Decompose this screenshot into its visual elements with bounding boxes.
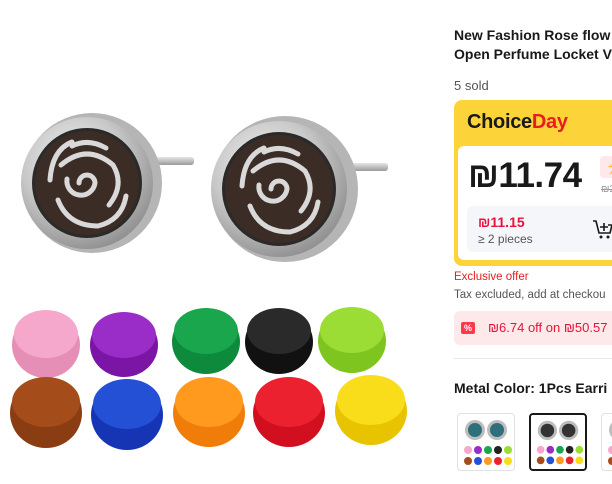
exclusive-offer-label: Exclusive offer (454, 271, 529, 283)
product-title[interactable]: New Fashion Rose flow Open Perfume Locke… (454, 26, 612, 64)
tier-quantity: ≥ 2 pieces (478, 232, 533, 246)
original-price: ₪2 (601, 184, 612, 195)
divider (454, 358, 612, 359)
sold-count: 5 sold (454, 78, 489, 93)
choice-day-logo: ChoiceDay (467, 111, 568, 134)
tier-price: ₪11.15 (478, 214, 525, 230)
coupon-banner[interactable]: % ₪6.74 off on ₪50.57 (454, 311, 612, 345)
product-title-line-2: Open Perfume Locket V (454, 46, 612, 62)
current-price: ₪11.74 (468, 156, 582, 195)
product-title-line-1: New Fashion Rose flow (454, 27, 611, 43)
choice-logo-text: Choice (467, 111, 532, 133)
tax-note: Tax excluded, add at checkou (454, 289, 606, 301)
lightning-icon: ⚡ (600, 156, 612, 178)
variant-swatch-2[interactable] (529, 413, 587, 471)
coupon-icon: % (461, 322, 475, 334)
metal-color-label: Metal Color: 1Pcs Earri (454, 380, 608, 396)
price-box: ₪11.74 ⚡ ₪2 ₪11.15 ≥ 2 pieces (458, 146, 612, 260)
choice-day-card: ChoiceDay ₪11.74 ⚡ ₪2 ₪11.15 ≥ 2 pieces (454, 100, 612, 266)
tier-price-box[interactable]: ₪11.15 ≥ 2 pieces (467, 206, 612, 252)
variant-swatch-1[interactable] (457, 413, 515, 471)
day-logo-text: Day (531, 111, 568, 133)
variant-swatch-3[interactable] (601, 413, 612, 471)
add-to-cart-icon[interactable] (592, 218, 612, 240)
left-earring (21, 113, 194, 253)
product-image[interactable] (0, 0, 440, 484)
coupon-text: ₪6.74 off on ₪50.57 (488, 320, 608, 335)
felt-pads (10, 307, 407, 450)
right-earring (211, 116, 388, 262)
product-info-panel: New Fashion Rose flow Open Perfume Locke… (454, 0, 612, 484)
